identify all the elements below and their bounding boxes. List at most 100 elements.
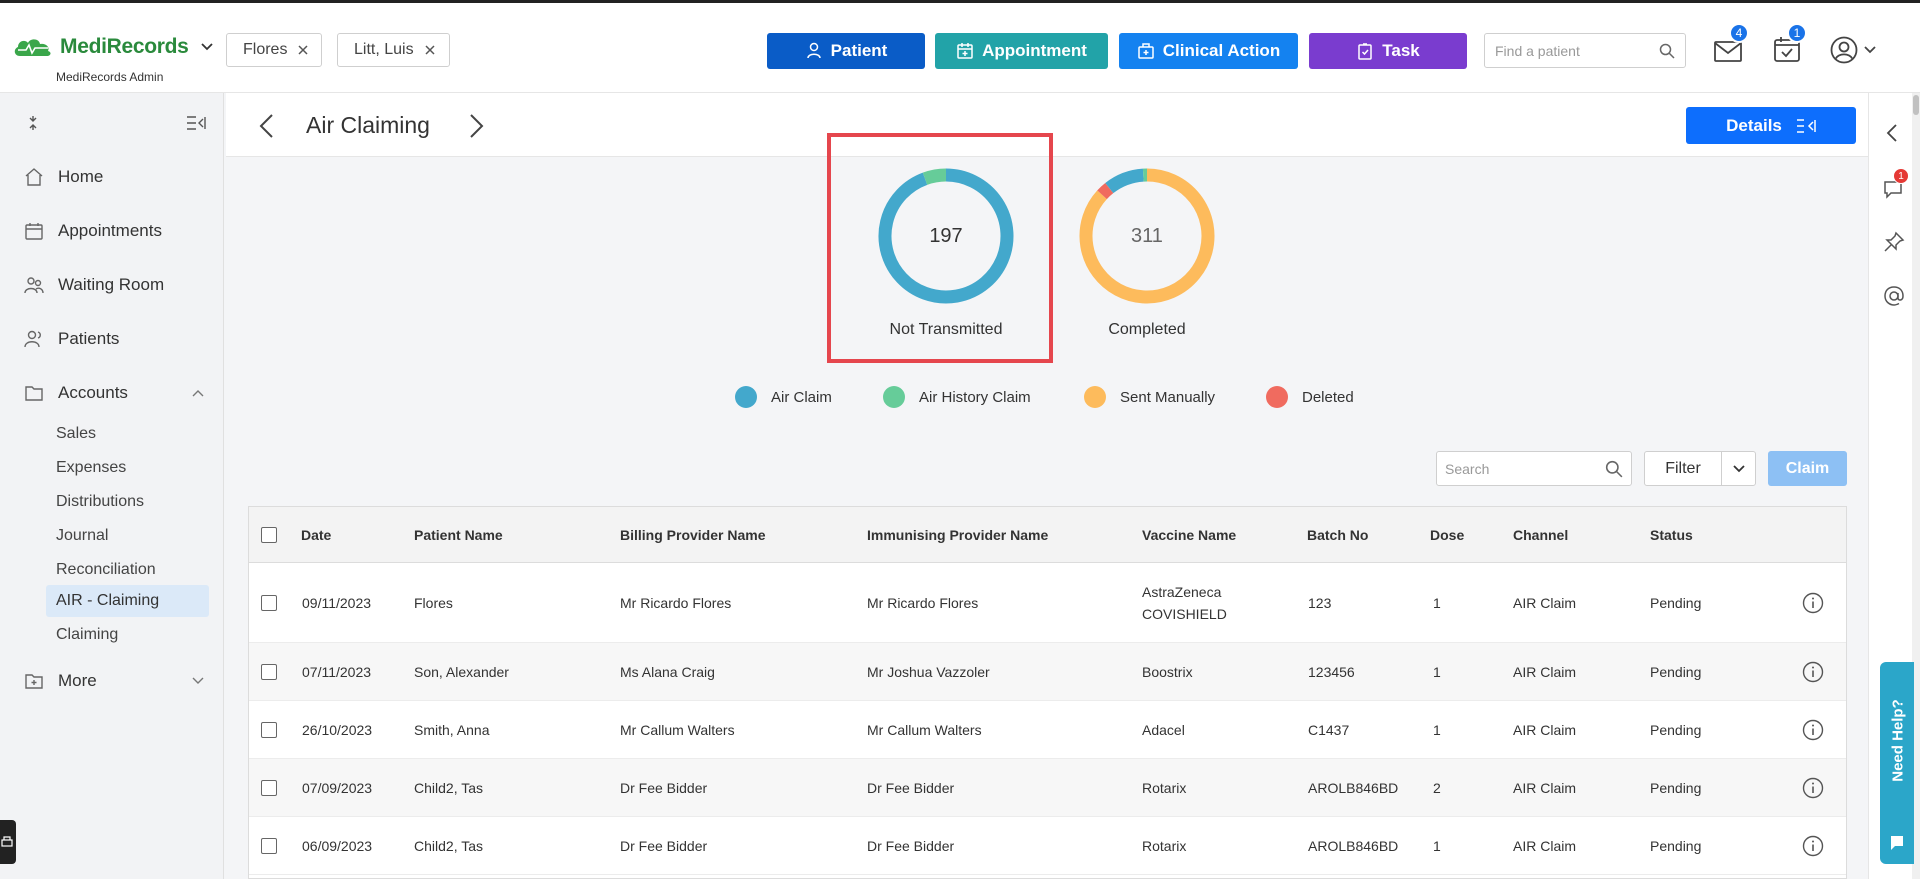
table-row[interactable]: 07/11/2023 Son, Alexander Ms Alana Craig… bbox=[249, 643, 1846, 701]
cell-immunising-provider: Mr Joshua Vazzoler bbox=[867, 664, 990, 680]
column-header-patient-name[interactable]: Patient Name bbox=[414, 527, 503, 543]
people-icon bbox=[24, 277, 44, 294]
row-checkbox[interactable] bbox=[261, 780, 277, 796]
cell-immunising-provider: Mr Ricardo Flores bbox=[867, 595, 979, 611]
cell-dose: 1 bbox=[1433, 595, 1441, 611]
collapse-all-icon[interactable] bbox=[26, 115, 40, 131]
search-icon[interactable] bbox=[1659, 43, 1675, 59]
column-header-billing-provider[interactable]: Billing Provider Name bbox=[620, 527, 765, 543]
sidebar-item-appointments[interactable]: Appointments bbox=[24, 221, 162, 241]
legend-dot bbox=[1266, 386, 1288, 408]
calendar-icon bbox=[25, 223, 43, 240]
info-icon[interactable] bbox=[1802, 835, 1824, 857]
cell-patient-name: Son, Alexander bbox=[414, 664, 509, 680]
column-header-vaccine-name[interactable]: Vaccine Name bbox=[1142, 527, 1236, 543]
column-header-dose[interactable]: Dose bbox=[1430, 527, 1464, 543]
need-help-tab[interactable]: Need Help? bbox=[1880, 662, 1914, 864]
table-row[interactable]: 09/11/2023 Flores Mr Ricardo Flores Mr R… bbox=[249, 563, 1846, 643]
close-icon[interactable] bbox=[424, 44, 436, 56]
claim-button[interactable]: Claim bbox=[1768, 451, 1847, 486]
chevron-down-icon[interactable] bbox=[200, 43, 213, 51]
info-icon[interactable] bbox=[1802, 777, 1824, 799]
donut-slice-air-claim[interactable] bbox=[1105, 168, 1144, 194]
comments-button[interactable]: 1 bbox=[1882, 168, 1909, 200]
appointment-button[interactable]: Appointment bbox=[935, 33, 1108, 69]
cell-dose: 2 bbox=[1433, 780, 1441, 796]
chevron-right-icon[interactable] bbox=[469, 113, 485, 139]
task-button[interactable]: Task bbox=[1309, 33, 1467, 69]
table-row[interactable]: 07/09/2023 Child2, Tas Dr Fee Bidder Dr … bbox=[249, 759, 1846, 817]
patient-chip-litt[interactable]: Litt, Luis bbox=[337, 33, 450, 67]
cell-dose: 1 bbox=[1433, 838, 1441, 854]
filter-label: Filter bbox=[1665, 459, 1701, 477]
sidebar-item-accounts[interactable]: Accounts bbox=[24, 383, 204, 403]
patient-chip-flores[interactable]: Flores bbox=[226, 33, 322, 67]
patient-button[interactable]: Patient bbox=[767, 33, 925, 69]
sidebar-subitem-sales[interactable]: Sales bbox=[56, 425, 96, 443]
filter-caret[interactable] bbox=[1721, 452, 1755, 485]
sidebar-subitem-claiming[interactable]: Claiming bbox=[56, 626, 118, 644]
cell-date: 09/11/2023 bbox=[302, 595, 372, 611]
chevron-left-icon[interactable] bbox=[1886, 123, 1898, 143]
column-header-batch-no[interactable]: Batch No bbox=[1307, 527, 1368, 543]
sidebar-subitem-air-claiming[interactable]: AIR - Claiming bbox=[46, 585, 209, 617]
table-row[interactable]: 06/09/2023 Child2, Tas Dr Fee Bidder Dr … bbox=[249, 817, 1846, 875]
completed-label: Completed bbox=[1108, 321, 1186, 338]
filter-dropdown[interactable]: Filter bbox=[1644, 451, 1756, 486]
chevron-down-icon bbox=[1732, 464, 1745, 472]
clinical-action-button[interactable]: Clinical Action bbox=[1119, 33, 1298, 69]
cell-status: Pending bbox=[1650, 838, 1702, 854]
completed-count: 311 bbox=[1131, 225, 1163, 247]
user-menu[interactable] bbox=[1830, 36, 1876, 64]
cell-batch-no: AROLB846BD bbox=[1308, 838, 1399, 854]
cell-channel: AIR Claim bbox=[1513, 780, 1577, 796]
row-checkbox[interactable] bbox=[261, 664, 277, 680]
sidebar-item-more[interactable]: More bbox=[24, 671, 204, 691]
scrollbar-thumb[interactable] bbox=[1913, 95, 1919, 115]
sidebar-subitem-expenses[interactable]: Expenses bbox=[56, 459, 126, 477]
cell-immunising-provider: Dr Fee Bidder bbox=[867, 838, 955, 854]
messages-button[interactable]: 4 bbox=[1713, 23, 1749, 63]
donut-slice-deleted[interactable] bbox=[1097, 182, 1114, 200]
row-checkbox[interactable] bbox=[261, 722, 277, 738]
info-icon[interactable] bbox=[1802, 719, 1824, 741]
column-header-date[interactable]: Date bbox=[301, 527, 331, 543]
claims-table: Date Patient Name Billing Provider Name … bbox=[248, 506, 1847, 879]
legend-air-claim: Air Claim bbox=[735, 386, 832, 408]
search-icon[interactable] bbox=[1605, 460, 1623, 478]
sidebar-item-home[interactable]: Home bbox=[24, 167, 103, 187]
details-button[interactable]: Details bbox=[1686, 107, 1856, 144]
column-header-channel[interactable]: Channel bbox=[1513, 527, 1568, 543]
clinical-action-button-label: Clinical Action bbox=[1162, 41, 1281, 60]
find-patient-input[interactable]: Find a patient bbox=[1484, 33, 1686, 68]
cell-vaccine-name: Adacel bbox=[1142, 722, 1185, 738]
info-icon[interactable] bbox=[1802, 592, 1824, 614]
close-icon[interactable] bbox=[297, 44, 309, 56]
column-header-immunising-provider[interactable]: Immunising Provider Name bbox=[867, 527, 1048, 543]
sidebar-item-patients[interactable]: Patients bbox=[24, 329, 119, 349]
sidebar-subitem-journal[interactable]: Journal bbox=[56, 527, 108, 545]
sidebar-item-waiting-room[interactable]: Waiting Room bbox=[24, 275, 164, 295]
select-all-checkbox[interactable] bbox=[261, 527, 277, 543]
info-icon[interactable] bbox=[1802, 661, 1824, 683]
table-row[interactable]: 26/10/2023 Smith, Anna Mr Callum Walters… bbox=[249, 701, 1846, 759]
column-header-status[interactable]: Status bbox=[1650, 527, 1693, 543]
highlight-box bbox=[827, 133, 1053, 363]
sidebar-subitem-reconciliation[interactable]: Reconciliation bbox=[56, 561, 156, 579]
completed-chart[interactable]: 311 bbox=[1079, 168, 1215, 304]
cell-vaccine-name: AstraZeneca bbox=[1142, 584, 1222, 600]
table-search-input[interactable]: Search bbox=[1436, 451, 1632, 486]
row-checkbox[interactable] bbox=[261, 838, 277, 854]
pin-icon[interactable] bbox=[1883, 231, 1905, 253]
app-logo[interactable]: MediRecords bbox=[12, 35, 213, 59]
at-mention-icon[interactable] bbox=[1883, 285, 1905, 307]
sidebar: Home Appointments Waiting Room Patients … bbox=[0, 93, 224, 879]
logo-subtitle: MediRecords Admin bbox=[56, 70, 164, 84]
row-checkbox[interactable] bbox=[261, 595, 277, 611]
details-button-label: Details bbox=[1726, 115, 1782, 135]
side-panel-handle[interactable] bbox=[0, 820, 16, 864]
tasks-button[interactable]: 1 bbox=[1773, 23, 1807, 63]
collapse-sidebar-icon[interactable] bbox=[186, 115, 206, 131]
sidebar-subitem-distributions[interactable]: Distributions bbox=[56, 493, 144, 511]
chevron-left-icon[interactable] bbox=[258, 113, 274, 139]
